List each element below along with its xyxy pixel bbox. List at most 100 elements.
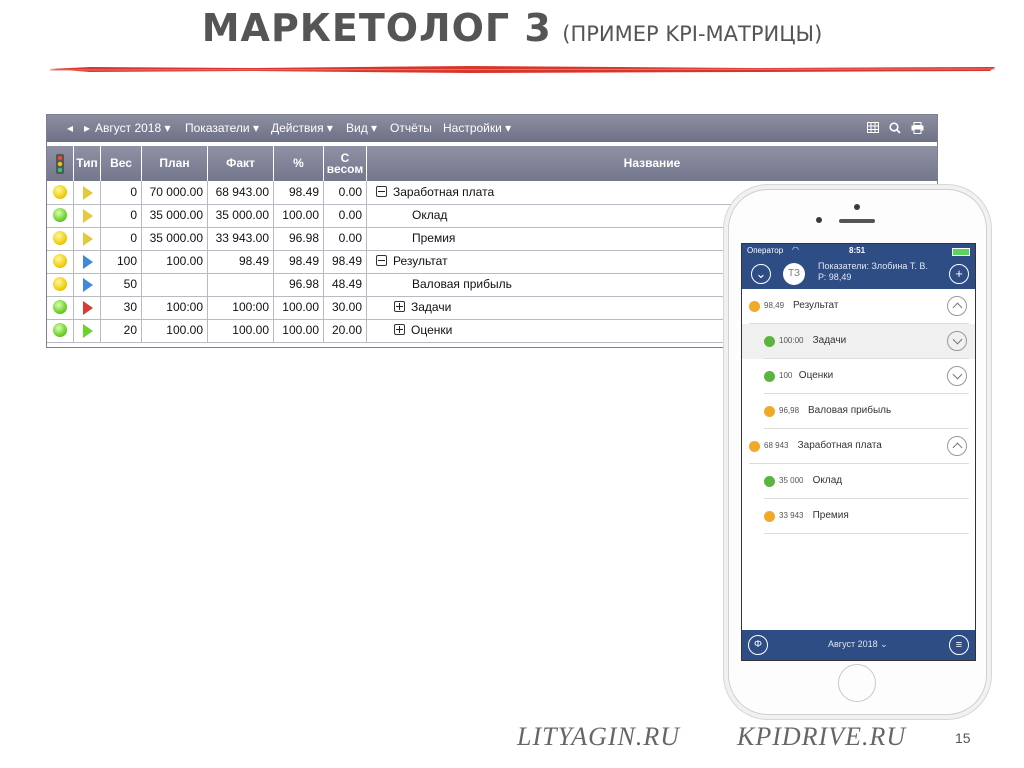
- home-button[interactable]: [838, 664, 876, 702]
- weighted-cell: 30.00: [324, 296, 367, 319]
- plan-cell[interactable]: 70 000.00: [142, 181, 208, 204]
- phone-list-item[interactable]: 96,98 Валовая прибыль: [742, 394, 975, 429]
- status-yellow-icon: [53, 185, 67, 199]
- indicator-name: Премия: [412, 231, 456, 245]
- name-cell[interactable]: Оценки: [368, 319, 452, 342]
- col-weight[interactable]: Вес: [101, 146, 142, 181]
- plan-cell[interactable]: 35 000.00: [142, 227, 208, 250]
- wifi-icon: ◠: [792, 245, 799, 254]
- chevron-up-icon[interactable]: [947, 436, 967, 456]
- name-cell[interactable]: Заработная плата: [368, 181, 494, 204]
- status-orange-icon: [749, 441, 760, 452]
- phone-list-item[interactable]: 98,49 Результат: [742, 289, 975, 324]
- percent-cell: 100.00: [274, 319, 324, 342]
- name-cell[interactable]: Премия: [368, 227, 455, 250]
- footer-site-lityagin[interactable]: LITYAGIN.RU: [517, 722, 680, 752]
- phone-mockup: Оператор ◠ 8:51 ⌄ ТЗ Показатели: Злобина…: [728, 189, 987, 715]
- collapse-icon[interactable]: [376, 255, 387, 267]
- weight-cell[interactable]: 100: [101, 250, 142, 273]
- weight-cell[interactable]: 50: [101, 273, 142, 296]
- menu-reports[interactable]: Отчёты: [390, 121, 432, 135]
- name-cell[interactable]: Результат: [368, 250, 448, 273]
- percent-cell: 98.49: [274, 181, 324, 204]
- avatar[interactable]: ТЗ: [783, 263, 805, 285]
- fact-cell[interactable]: [208, 273, 274, 296]
- fact-cell[interactable]: 98.49: [208, 250, 274, 273]
- status-orange-icon: [764, 511, 775, 522]
- table-icon[interactable]: [867, 122, 879, 133]
- col-plan[interactable]: План: [142, 146, 208, 181]
- fact-cell[interactable]: 100:00: [208, 296, 274, 319]
- weight-cell[interactable]: 0: [101, 204, 142, 227]
- fact-cell[interactable]: 100.00: [208, 319, 274, 342]
- menu-icon[interactable]: ≡: [949, 635, 969, 655]
- menu-indicators[interactable]: Показатели ▾: [185, 121, 259, 135]
- status-green-icon: [764, 371, 775, 382]
- col-name[interactable]: Название: [367, 146, 937, 181]
- type-cell: [74, 227, 101, 250]
- indicator-name: Заработная плата: [393, 185, 495, 199]
- phone-list-item[interactable]: 100 Оценки: [742, 359, 975, 394]
- weight-cell[interactable]: 0: [101, 227, 142, 250]
- type-yellow-flag-icon: [83, 232, 93, 246]
- phone-list-item[interactable]: 35 000 Оклад: [742, 464, 975, 499]
- type-cell: [74, 319, 101, 342]
- status-green-icon: [53, 208, 67, 222]
- name-cell[interactable]: Оклад: [368, 204, 447, 227]
- print-icon[interactable]: [911, 122, 924, 134]
- weighted-cell: 48.49: [324, 273, 367, 296]
- menu-settings[interactable]: Настройки ▾: [443, 121, 511, 135]
- page-number: 15: [955, 730, 971, 746]
- weight-cell[interactable]: 20: [101, 319, 142, 342]
- item-value: 33 943: [779, 511, 804, 520]
- period-dropdown[interactable]: Август 2018 ▾: [95, 121, 171, 135]
- status-green-icon: [53, 300, 67, 314]
- item-value: 35 000: [779, 476, 804, 485]
- weighted-cell: 0.00: [324, 227, 367, 250]
- col-fact[interactable]: Факт: [208, 146, 274, 181]
- time-label: 8:51: [849, 246, 866, 255]
- chevron-down-circle-icon[interactable]: ⌄: [751, 264, 771, 284]
- chevron-up-icon[interactable]: [947, 296, 967, 316]
- search-icon[interactable]: [889, 122, 901, 134]
- triangle-left-icon[interactable]: ◂: [67, 121, 73, 135]
- weight-cell[interactable]: 30: [101, 296, 142, 319]
- plus-circle-icon[interactable]: +: [949, 264, 969, 284]
- item-label: Задачи: [812, 335, 847, 346]
- menu-actions[interactable]: Действия ▾: [271, 121, 333, 135]
- type-green-flag-icon: [83, 324, 93, 338]
- plan-cell[interactable]: 100:00: [142, 296, 208, 319]
- weight-cell[interactable]: 0: [101, 181, 142, 204]
- item-label: Премия: [812, 510, 849, 521]
- footer-site-kpidrive[interactable]: KPIDRIVE.RU: [737, 722, 906, 752]
- traffic-light-icon: [56, 153, 64, 174]
- col-weighted[interactable]: С весом: [324, 146, 367, 181]
- chevron-down-icon[interactable]: [947, 331, 967, 351]
- name-cell[interactable]: Задачи: [368, 296, 451, 319]
- fact-cell[interactable]: 33 943.00: [208, 227, 274, 250]
- plan-cell[interactable]: 35 000.00: [142, 204, 208, 227]
- phone-list-item[interactable]: 100:00 Задачи: [742, 324, 975, 359]
- phi-icon[interactable]: Φ: [748, 635, 768, 655]
- status-cell: [47, 319, 74, 342]
- fact-cell[interactable]: 35 000.00: [208, 204, 274, 227]
- col-type[interactable]: Тип: [74, 146, 101, 181]
- item-value: 100:00: [779, 336, 804, 345]
- fact-cell[interactable]: 68 943.00: [208, 181, 274, 204]
- chevron-down-icon[interactable]: [947, 366, 967, 386]
- phone-list-item[interactable]: 68 943 Заработная плата: [742, 429, 975, 464]
- plan-cell[interactable]: 100.00: [142, 250, 208, 273]
- collapse-icon[interactable]: [376, 186, 387, 198]
- expand-icon[interactable]: [394, 301, 405, 313]
- expand-icon[interactable]: [394, 324, 405, 336]
- plan-cell[interactable]: 100.00: [142, 319, 208, 342]
- nav-header-text: Показатели: Злобина Т. В. Р: 98,49: [818, 261, 928, 282]
- footer-period[interactable]: Август 2018 ⌄: [828, 639, 888, 650]
- col-percent[interactable]: %: [274, 146, 324, 181]
- name-cell[interactable]: Валовая прибыль: [368, 273, 512, 296]
- phone-list-item[interactable]: 33 943 Премия: [742, 499, 975, 534]
- plan-cell[interactable]: [142, 273, 208, 296]
- menu-view[interactable]: Вид ▾: [346, 121, 377, 135]
- triangle-right-icon[interactable]: ▸: [84, 121, 90, 135]
- percent-cell: 98.49: [274, 250, 324, 273]
